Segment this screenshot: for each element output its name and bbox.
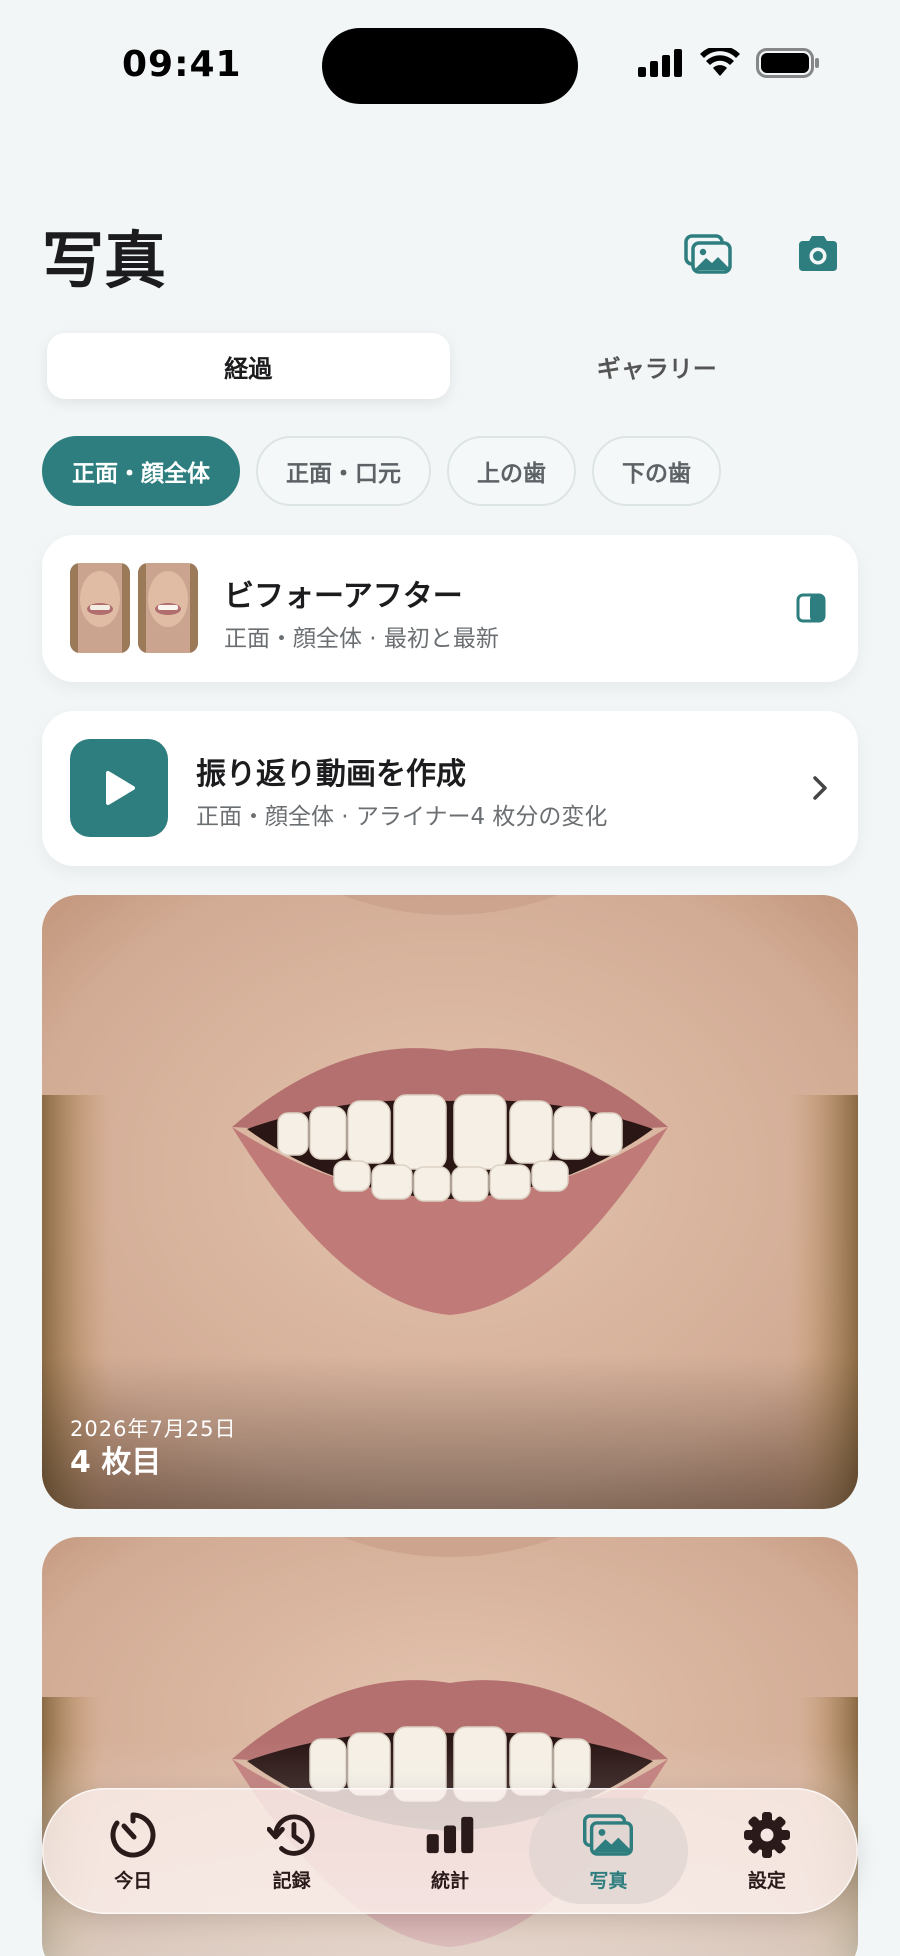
status-bar: 09:41 [0,0,900,130]
dynamic-island [322,28,578,104]
tab-bar-item-photos[interactable]: 写真 [529,1798,688,1904]
camera-button[interactable] [788,224,848,284]
photo-stack-icon [684,234,732,274]
wifi-icon [700,48,740,76]
gallery-button[interactable] [678,224,738,284]
before-after-title: ビフォーアフター [224,579,463,614]
status-time: 09:41 [122,44,242,85]
create-review-video-card[interactable]: 振り返り動画を作成 正面・顔全体 · アライナー4 枚分の変化 [42,711,858,866]
timer-icon [110,1812,156,1857]
video-subtitle: 正面・顔全体 · アライナー4 枚分の変化 [196,804,608,830]
filter-chip-lower-teeth[interactable]: 下の歯 [592,436,721,506]
before-after-card[interactable]: ビフォーアフター 正面・顔全体 · 最初と最新 [42,535,858,682]
tab-bar-label: 記録 [272,1869,311,1892]
tab-bar: 今日 記録 統計 写真 設定 [42,1788,858,1914]
tab-bar-label: 今日 [114,1869,153,1892]
video-title: 振り返り動画を作成 [196,757,466,792]
filter-chip-upper-teeth[interactable]: 上の歯 [447,436,576,506]
filter-chip-front-full-face[interactable]: 正面・顔全体 [42,436,240,506]
split-view-icon [796,593,826,623]
status-icons [638,48,820,78]
tab-bar-item-today[interactable]: 今日 [54,1798,212,1904]
before-thumbnail [70,563,130,653]
play-button[interactable] [70,739,168,837]
history-icon [266,1813,315,1856]
play-icon [106,771,135,805]
progress-photo-card[interactable]: 2026年7月25日 4 枚目 [42,895,858,1509]
tab-bar-label: 写真 [589,1869,628,1892]
filter-chips: 正面・顔全体 正面・口元 上の歯 下の歯 [42,436,721,506]
tab-progress[interactable]: 経過 [47,333,450,399]
tab-bar-item-history[interactable]: 記録 [212,1798,370,1904]
before-after-subtitle: 正面・顔全体 · 最初と最新 [224,626,499,652]
tab-bar-label: 統計 [431,1869,470,1892]
after-thumbnail [138,563,198,653]
chevron-right-icon [813,776,827,800]
photo-label: 4 枚目 [70,1445,162,1480]
camera-icon [799,236,837,271]
photos-icon [583,1813,634,1856]
page-title: 写真 [42,224,167,297]
filter-chip-front-mouth[interactable]: 正面・口元 [256,436,431,506]
bar-chart-icon [426,1816,474,1853]
view-segmented-control: 経過 ギャラリー [42,330,858,402]
tab-bar-item-settings[interactable]: 設定 [688,1798,846,1904]
tab-bar-label: 設定 [747,1869,786,1892]
tab-gallery[interactable]: ギャラリー [456,330,859,402]
gear-icon [743,1811,790,1858]
battery-icon [756,48,819,78]
signal-icon [638,49,682,77]
tab-bar-item-stats[interactable]: 統計 [371,1798,529,1904]
